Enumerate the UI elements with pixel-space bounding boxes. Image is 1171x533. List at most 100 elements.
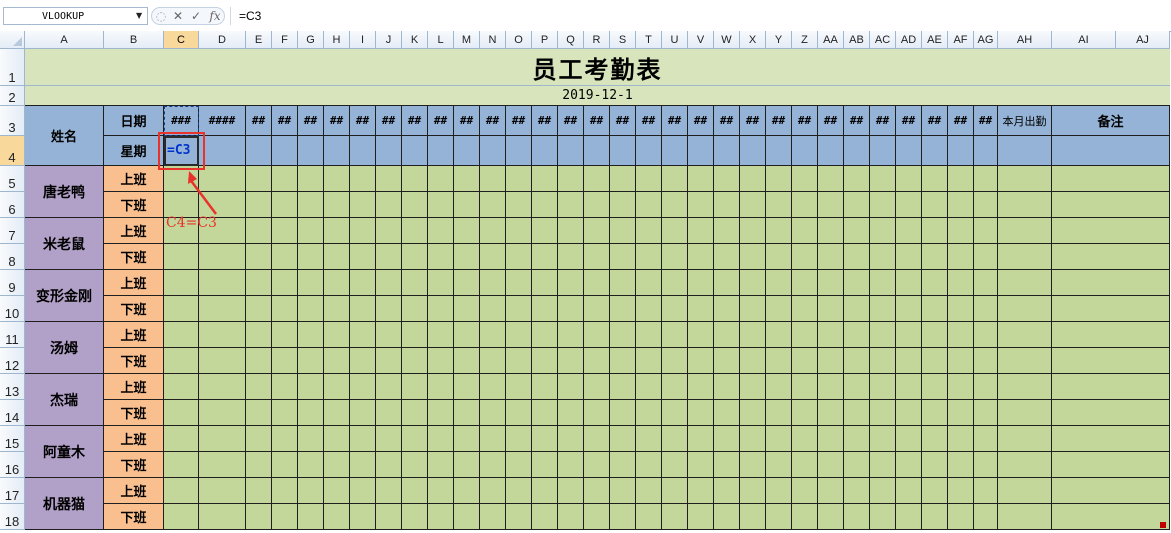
attendance-cell[interactable] xyxy=(896,452,922,478)
attendance-cell[interactable] xyxy=(662,322,688,348)
attendance-cell[interactable] xyxy=(844,348,870,374)
attendance-cell[interactable] xyxy=(428,374,454,400)
employee-name[interactable]: 汤姆 xyxy=(25,322,104,374)
attendance-cell[interactable] xyxy=(610,504,636,530)
attendance-cell[interactable] xyxy=(350,374,376,400)
attendance-cell[interactable] xyxy=(298,192,324,218)
attendance-cell[interactable] xyxy=(766,244,792,270)
attendance-cell[interactable] xyxy=(688,218,714,244)
attendance-cell[interactable] xyxy=(532,270,558,296)
attendance-cell[interactable] xyxy=(558,192,584,218)
shift-off-label[interactable]: 下班 xyxy=(104,504,164,530)
date-cell-j3[interactable]: ## xyxy=(376,106,402,136)
attendance-cell[interactable] xyxy=(324,192,350,218)
attendance-cell[interactable] xyxy=(402,452,428,478)
attendance-cell[interactable] xyxy=(402,400,428,426)
attendance-cell[interactable] xyxy=(350,166,376,192)
attendance-cell[interactable] xyxy=(324,504,350,530)
weekday-cell-o4[interactable] xyxy=(506,136,532,166)
attendance-cell[interactable] xyxy=(922,192,948,218)
attendance-cell[interactable] xyxy=(532,478,558,504)
date-cell-z3[interactable]: ## xyxy=(792,106,818,136)
attendance-cell[interactable] xyxy=(199,296,246,322)
remarks-cell[interactable] xyxy=(1052,504,1170,530)
attendance-cell[interactable] xyxy=(402,166,428,192)
attendance-cell[interactable] xyxy=(454,322,480,348)
weekday-cell-i4[interactable] xyxy=(350,136,376,166)
attendance-cell[interactable] xyxy=(199,478,246,504)
attendance-cell[interactable] xyxy=(636,348,662,374)
row-header-16[interactable]: 16 xyxy=(0,452,25,478)
weekday-cell-s4[interactable] xyxy=(610,136,636,166)
attendance-cell[interactable] xyxy=(558,296,584,322)
date-cell-y3[interactable]: ## xyxy=(766,106,792,136)
attendance-cell[interactable] xyxy=(246,374,272,400)
attendance-cell[interactable] xyxy=(506,296,532,322)
weekday-cell-ac4[interactable] xyxy=(870,136,896,166)
shift-off-label[interactable]: 下班 xyxy=(104,348,164,374)
attendance-cell[interactable] xyxy=(298,374,324,400)
attendance-cell[interactable] xyxy=(350,296,376,322)
attendance-cell[interactable] xyxy=(610,452,636,478)
attendance-cell[interactable] xyxy=(974,426,998,452)
attendance-cell[interactable] xyxy=(636,166,662,192)
attendance-cell[interactable] xyxy=(610,322,636,348)
attendance-cell[interactable] xyxy=(998,478,1052,504)
attendance-cell[interactable] xyxy=(714,478,740,504)
row-header-3[interactable]: 3 xyxy=(0,106,25,136)
attendance-cell[interactable] xyxy=(922,426,948,452)
attendance-cell[interactable] xyxy=(688,322,714,348)
attendance-cell[interactable] xyxy=(844,452,870,478)
attendance-cell[interactable] xyxy=(662,218,688,244)
attendance-cell[interactable] xyxy=(324,322,350,348)
attendance-cell[interactable] xyxy=(610,192,636,218)
employee-name[interactable]: 杰瑞 xyxy=(25,374,104,426)
attendance-cell[interactable] xyxy=(818,166,844,192)
attendance-cell[interactable] xyxy=(298,244,324,270)
employee-name[interactable]: 变形金刚 xyxy=(25,270,104,322)
attendance-cell[interactable] xyxy=(974,244,998,270)
attendance-cell[interactable] xyxy=(199,270,246,296)
attendance-cell[interactable] xyxy=(948,270,974,296)
column-header-r[interactable]: R xyxy=(584,31,610,49)
weekday-cell-t4[interactable] xyxy=(636,136,662,166)
attendance-cell[interactable] xyxy=(480,166,506,192)
attendance-cell[interactable] xyxy=(402,270,428,296)
attendance-cell[interactable] xyxy=(506,192,532,218)
attendance-cell[interactable] xyxy=(818,218,844,244)
attendance-cell[interactable] xyxy=(792,504,818,530)
attendance-cell[interactable] xyxy=(584,452,610,478)
weekday-cell-f4[interactable] xyxy=(272,136,298,166)
attendance-cell[interactable] xyxy=(896,270,922,296)
attendance-cell[interactable] xyxy=(844,374,870,400)
attendance-cell[interactable] xyxy=(246,244,272,270)
sheet-title[interactable]: 员工考勤表 xyxy=(25,49,1170,86)
attendance-cell[interactable] xyxy=(922,166,948,192)
attendance-cell[interactable] xyxy=(610,348,636,374)
attendance-cell[interactable] xyxy=(402,244,428,270)
attendance-cell[interactable] xyxy=(974,322,998,348)
attendance-cell[interactable] xyxy=(506,270,532,296)
attendance-cell[interactable] xyxy=(610,296,636,322)
attendance-cell[interactable] xyxy=(948,192,974,218)
column-header-g[interactable]: G xyxy=(298,31,324,49)
attendance-cell[interactable] xyxy=(272,270,298,296)
attendance-cell[interactable] xyxy=(246,218,272,244)
shift-on-label[interactable]: 上班 xyxy=(104,270,164,296)
attendance-cell[interactable] xyxy=(402,192,428,218)
attendance-cell[interactable] xyxy=(792,400,818,426)
attendance-cell[interactable] xyxy=(199,348,246,374)
attendance-cell[interactable] xyxy=(610,374,636,400)
attendance-cell[interactable] xyxy=(480,244,506,270)
attendance-cell[interactable] xyxy=(818,400,844,426)
attendance-cell[interactable] xyxy=(792,218,818,244)
attendance-cell[interactable] xyxy=(662,374,688,400)
attendance-cell[interactable] xyxy=(896,426,922,452)
attendance-cell[interactable] xyxy=(506,166,532,192)
confirm-icon[interactable]: ✓ xyxy=(188,8,204,24)
attendance-cell[interactable] xyxy=(324,218,350,244)
name-header[interactable]: 姓名 xyxy=(25,106,104,166)
attendance-cell[interactable] xyxy=(532,400,558,426)
weekday-cell-y4[interactable] xyxy=(766,136,792,166)
attendance-cell[interactable] xyxy=(164,452,199,478)
